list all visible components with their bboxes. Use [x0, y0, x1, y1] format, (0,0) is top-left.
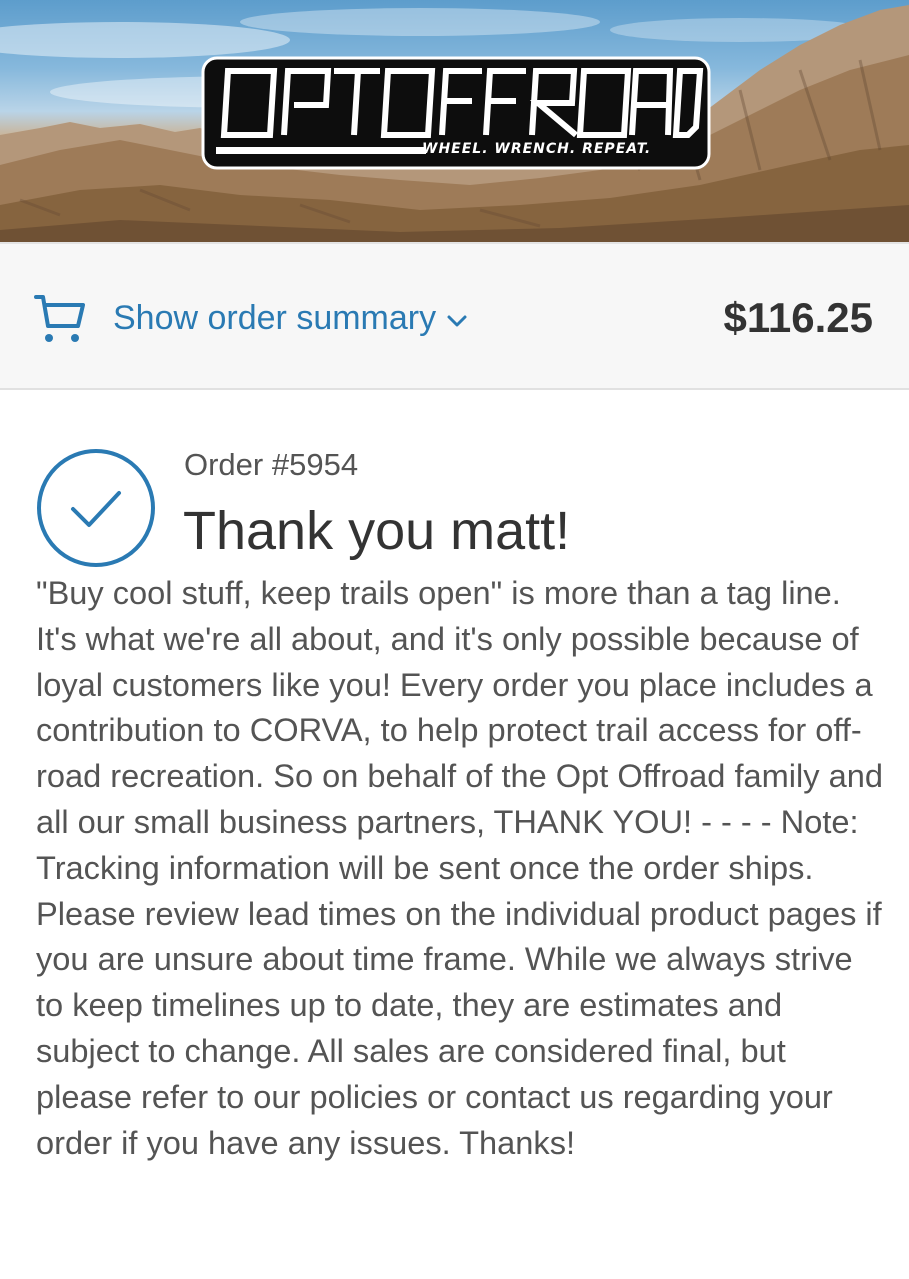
page-title: Thank you matt! — [183, 501, 571, 561]
brand-logo[interactable]: WHEEL. WRENCH. REPEAT. — [200, 55, 712, 171]
show-order-summary-toggle[interactable]: Show order summary — [34, 288, 468, 348]
show-order-summary-label[interactable]: Show order summary — [113, 299, 436, 338]
cart-icon — [34, 295, 85, 342]
order-total: $116.25 — [723, 294, 873, 341]
chevron-down-icon[interactable] — [446, 310, 468, 332]
header-banner: WHEEL. WRENCH. REPEAT. — [0, 0, 909, 242]
thank-you-message: "Buy cool stuff, keep trails open" is mo… — [36, 574, 883, 1161]
logo-tagline: WHEEL. WRENCH. REPEAT. — [422, 141, 652, 157]
checkmark-circle-icon — [37, 449, 155, 567]
order-confirmation: Order #5954 Thank you matt! "Buy cool st… — [0, 392, 909, 1279]
order-summary-bar: Show order summary $116.25 — [0, 242, 909, 390]
order-number: Order #5954 — [184, 447, 359, 482]
